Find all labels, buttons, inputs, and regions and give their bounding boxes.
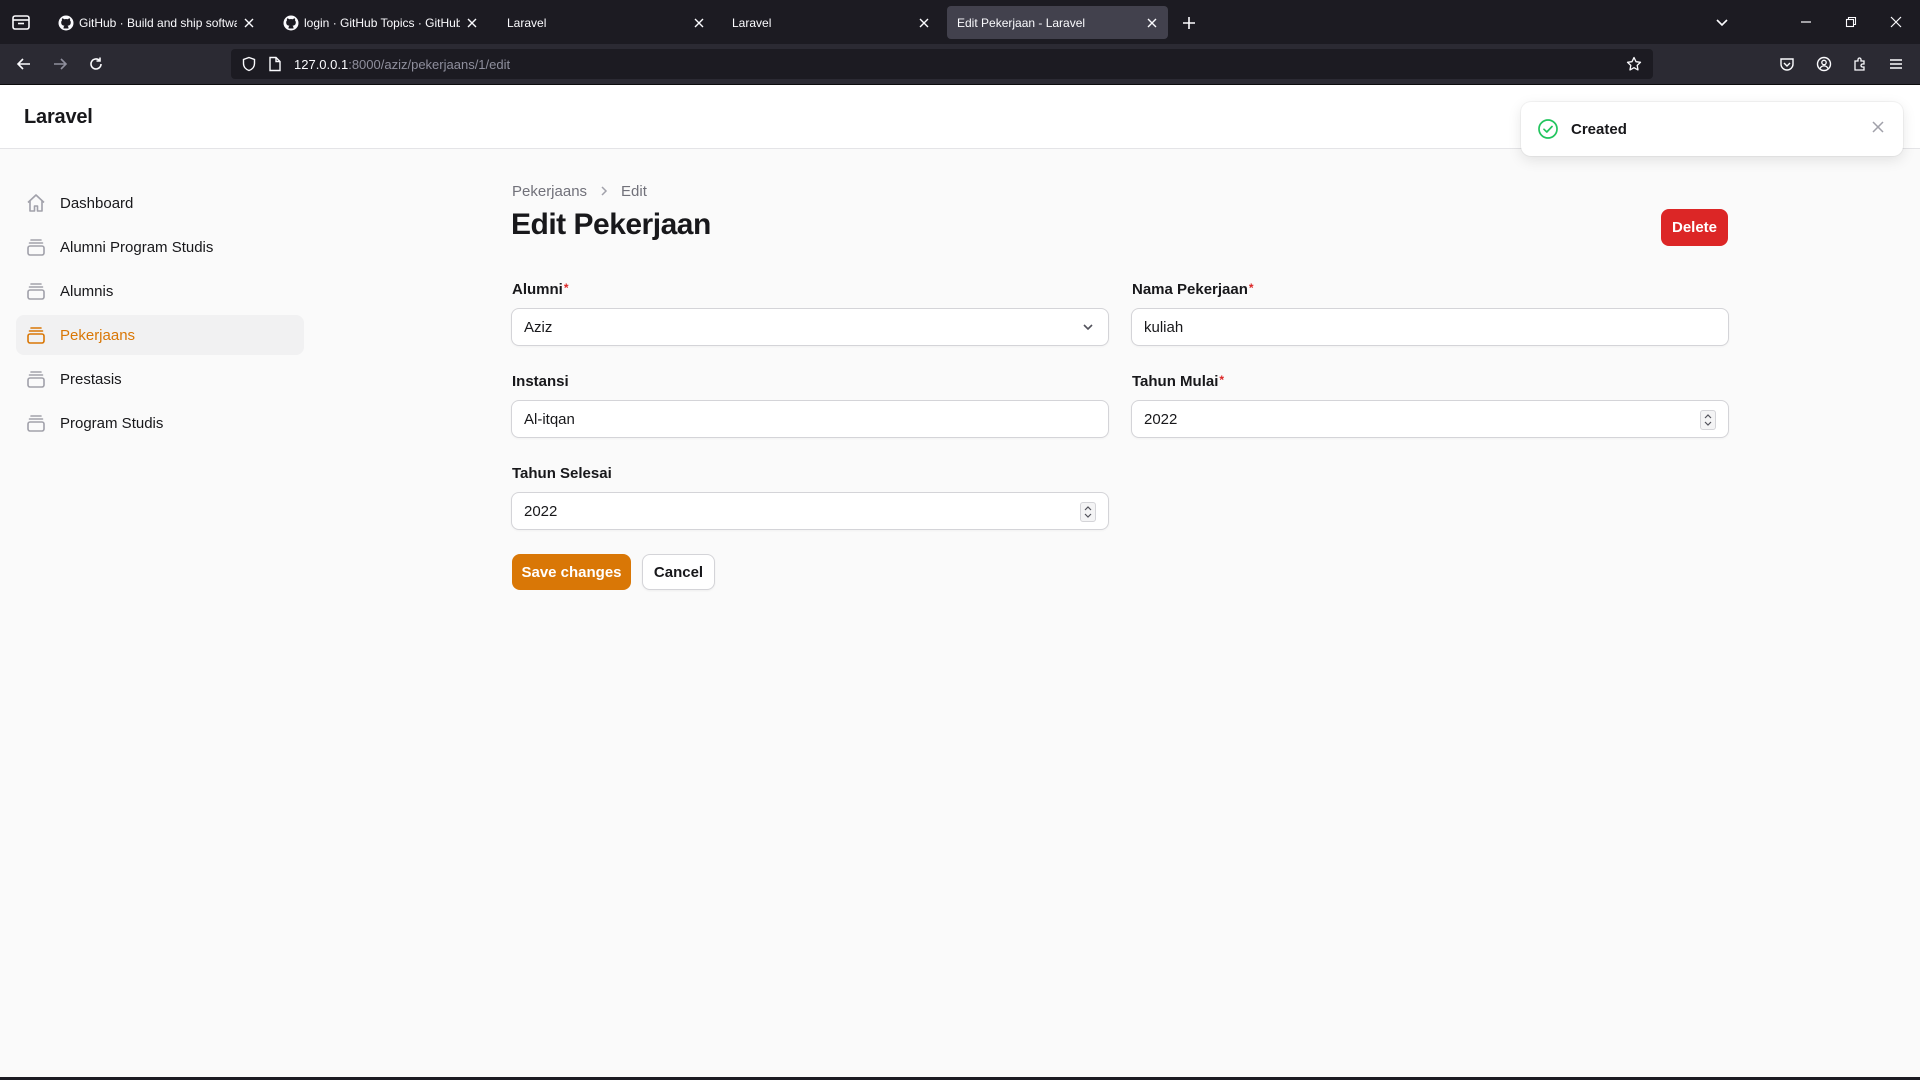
browser-tab[interactable]: GitHub · Build and ship software <box>48 6 265 39</box>
nama-pekerjaan-input[interactable]: kuliah <box>1131 308 1729 346</box>
sidebar-item-program-studis[interactable]: Program Studis <box>16 403 304 443</box>
restore-icon[interactable] <box>1839 10 1863 34</box>
sidebar-item-label: Alumni Program Studis <box>60 238 214 256</box>
forward-icon[interactable] <box>48 52 72 76</box>
url-bar[interactable]: 127.0.0.1:8000/aziz/pekerjaans/1/edit <box>231 49 1653 79</box>
breadcrumb-parent-link[interactable]: Pekerjaans <box>512 183 587 200</box>
tab-title: login · GitHub Topics · GitHub <box>304 15 460 30</box>
rectangle-stack-icon <box>25 280 47 302</box>
brand-logo[interactable]: Laravel <box>24 106 93 129</box>
required-marker: * <box>1248 281 1254 295</box>
tab-close-icon[interactable] <box>912 11 936 35</box>
tab-close-icon[interactable] <box>460 11 484 35</box>
tahun-selesai-value: 2022 <box>524 503 558 520</box>
rectangle-stack-icon <box>25 324 47 346</box>
browser-tab[interactable]: login · GitHub Topics · GitHub <box>273 6 488 39</box>
browser-tab[interactable]: Laravel <box>497 6 715 39</box>
tahun-selesai-input[interactable]: 2022 <box>511 492 1109 530</box>
breadcrumb-current: Edit <box>621 182 647 200</box>
alumni-select-value: Aziz <box>524 319 553 336</box>
nama-pekerjaan-value: kuliah <box>1144 319 1184 336</box>
pocket-icon[interactable] <box>1775 52 1799 76</box>
tahun-mulai-input[interactable]: 2022 <box>1131 400 1729 438</box>
required-marker: * <box>563 281 569 295</box>
number-spinner-icon[interactable] <box>1700 410 1716 430</box>
required-marker: * <box>1219 373 1225 387</box>
tahun-mulai-label-text: Tahun Mulai <box>1132 373 1219 390</box>
account-icon[interactable] <box>1812 52 1836 76</box>
tab-title: Laravel <box>732 15 772 30</box>
tahun-mulai-value: 2022 <box>1144 411 1178 428</box>
sidebar-item-dashboard[interactable]: Dashboard <box>16 183 304 223</box>
tahun-mulai-label: Tahun Mulai* <box>1132 373 1224 390</box>
sidebar-item-label: Program Studis <box>60 414 164 432</box>
instansi-value: Al-itqan <box>524 411 575 428</box>
sidebar-item-alumnis[interactable]: Alumnis <box>16 271 304 311</box>
tahun-selesai-label: Tahun Selesai <box>512 465 612 482</box>
page-title: Edit Pekerjaan <box>511 208 711 241</box>
url-host: 127.0.0.1 <box>294 57 349 72</box>
sidebar-item-pekerjaans[interactable]: Pekerjaans <box>16 315 304 355</box>
rectangle-stack-icon <box>25 236 47 258</box>
sidebar: Dashboard Alumni Program Studis Alumnis … <box>16 183 304 447</box>
extensions-icon[interactable] <box>1848 52 1872 76</box>
rectangle-stack-icon <box>25 412 47 434</box>
github-icon <box>283 15 299 31</box>
chevron-right-icon <box>595 182 613 200</box>
tab-list-icon[interactable] <box>10 11 32 33</box>
breadcrumb: Pekerjaans Edit <box>512 182 647 200</box>
back-icon[interactable] <box>12 52 36 76</box>
menu-icon[interactable] <box>1884 52 1908 76</box>
chevron-down-icon <box>1080 319 1096 335</box>
tab-close-icon[interactable] <box>687 11 711 35</box>
list-all-tabs-icon[interactable] <box>1710 10 1734 34</box>
cancel-button[interactable]: Cancel <box>642 554 715 590</box>
browser-tab[interactable]: Laravel <box>722 6 940 39</box>
browser-tab-active[interactable]: Edit Pekerjaan - Laravel <box>947 6 1168 39</box>
number-spinner-icon[interactable] <box>1080 502 1096 522</box>
instansi-input[interactable]: Al-itqan <box>511 400 1109 438</box>
alumni-label: Alumni* <box>512 281 569 298</box>
tab-close-icon[interactable] <box>1140 11 1164 35</box>
rectangle-stack-icon <box>25 368 47 390</box>
save-changes-button[interactable]: Save changes <box>512 554 631 590</box>
bookmark-star-icon[interactable] <box>1625 55 1643 73</box>
reload-icon[interactable] <box>84 52 108 76</box>
home-icon <box>25 192 47 214</box>
url-text[interactable]: 127.0.0.1:8000/aziz/pekerjaans/1/edit <box>294 57 510 72</box>
sidebar-item-label: Pekerjaans <box>60 326 136 344</box>
sidebar-item-label: Prestasis <box>60 370 122 388</box>
instansi-label-text: Instansi <box>512 373 569 390</box>
github-icon <box>58 15 74 31</box>
close-icon[interactable] <box>1869 118 1887 136</box>
new-tab-icon[interactable] <box>1177 11 1201 35</box>
minimize-icon[interactable] <box>1794 10 1818 34</box>
close-window-icon[interactable] <box>1884 10 1908 34</box>
page-icon[interactable] <box>266 55 284 73</box>
shield-icon[interactable] <box>240 55 258 73</box>
sidebar-item-prestasis[interactable]: Prestasis <box>16 359 304 399</box>
tahun-selesai-label-text: Tahun Selesai <box>512 465 612 482</box>
sidebar-item-label: Dashboard <box>60 194 134 212</box>
delete-button[interactable]: Delete <box>1661 209 1728 246</box>
tab-title: Edit Pekerjaan - Laravel <box>957 15 1086 30</box>
tab-close-icon[interactable] <box>237 11 261 35</box>
toast-notification: Created <box>1521 102 1903 156</box>
tab-title: Laravel <box>507 15 547 30</box>
alumni-label-text: Alumni <box>512 281 563 298</box>
nama-pekerjaan-label-text: Nama Pekerjaan <box>1132 281 1248 298</box>
sidebar-item-label: Alumnis <box>60 282 114 300</box>
instansi-label: Instansi <box>512 373 569 390</box>
sidebar-item-alumni-program-studis[interactable]: Alumni Program Studis <box>16 227 304 267</box>
nama-pekerjaan-label: Nama Pekerjaan* <box>1132 281 1254 298</box>
url-path: :8000/aziz/pekerjaans/1/edit <box>348 57 511 72</box>
alumni-select[interactable]: Aziz <box>511 308 1109 346</box>
browser-nav-bar: 127.0.0.1:8000/aziz/pekerjaans/1/edit <box>0 44 1920 85</box>
browser-tab-bar: GitHub · Build and ship software login ·… <box>0 0 1920 44</box>
tab-title: GitHub · Build and ship software <box>79 15 237 30</box>
check-circle-icon <box>1537 118 1559 140</box>
toast-message: Created <box>1571 121 1627 138</box>
